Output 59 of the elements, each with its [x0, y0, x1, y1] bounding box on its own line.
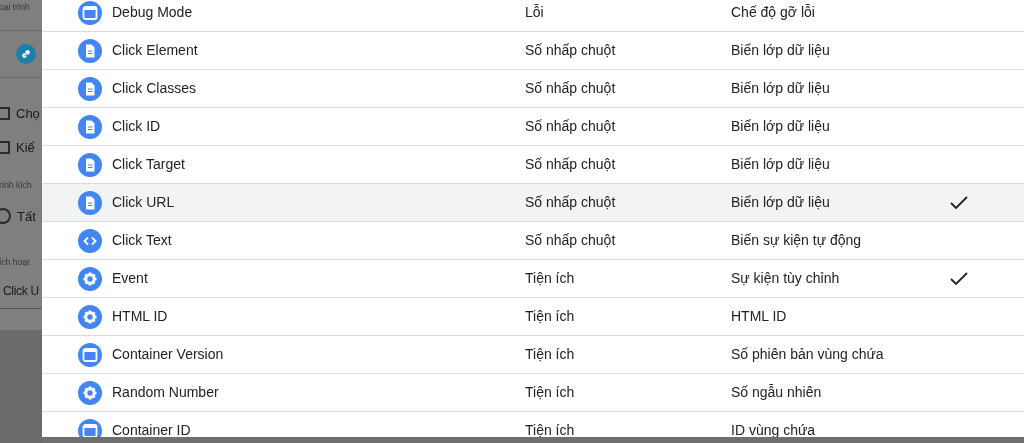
window-icon	[78, 342, 102, 367]
variable-type: Số nhấp chuột	[525, 193, 617, 212]
variable-type: Tiện ích	[525, 269, 576, 288]
gear-icon	[78, 266, 102, 291]
variable-name: Click Classes	[112, 79, 197, 98]
variable-name: Click Target	[112, 155, 186, 174]
variable-category: ID vùng chứa	[731, 421, 817, 437]
variable-category: Số phiên bản vùng chứa	[731, 345, 885, 364]
checkbox[interactable]	[0, 140, 10, 154]
variable-type: Số nhấp chuột	[525, 155, 617, 174]
variable-type: Số nhấp chuột	[525, 79, 617, 98]
document-icon	[78, 76, 102, 101]
checkbox-label: Kiể	[16, 138, 35, 157]
radio-button[interactable]	[0, 208, 11, 225]
variable-name: Container Version	[112, 345, 225, 364]
radio-label: Tất	[17, 207, 36, 226]
code-icon	[78, 228, 102, 253]
document-icon	[78, 38, 102, 63]
checkbox-label: Chọ	[16, 105, 40, 123]
variable-name: Event	[112, 269, 149, 288]
document-icon	[78, 114, 102, 139]
variable-type: Lỗi	[525, 3, 545, 22]
variable-category: Biến lớp dữ liệu	[731, 155, 831, 174]
gear-icon	[78, 304, 102, 329]
variable-category: HTML ID	[731, 307, 788, 326]
variable-category: Biến lớp dữ liệu	[731, 117, 831, 136]
window-icon	[78, 0, 102, 25]
variable-category: Biến lớp dữ liệu	[731, 79, 831, 98]
variable-name: Click ID	[112, 117, 162, 136]
variable-name: Random Number	[112, 383, 220, 402]
variable-category: Biến lớp dữ liệu	[731, 41, 831, 60]
variable-category: Biến lớp dữ liệu	[731, 193, 831, 212]
document-icon	[78, 190, 102, 215]
variable-name: Click Text	[112, 231, 173, 250]
gear-icon	[78, 380, 102, 405]
variable-type: Tiện ích	[525, 421, 576, 437]
variable-name: Click URL	[112, 193, 176, 212]
variable-name: HTML ID	[112, 307, 169, 326]
variable-category: Sự kiện tùy chỉnh	[731, 269, 841, 288]
variable-row[interactable]: Click URL Số nhấp chuột Biến lớp dữ liệu	[42, 184, 1024, 222]
variable-category: Biến sự kiện tự động	[731, 231, 863, 250]
variable-type: Số nhấp chuột	[525, 231, 617, 250]
section-heading: oại trình	[0, 1, 31, 14]
variable-category: Số ngẫu nhiên	[731, 383, 823, 402]
window-icon	[78, 418, 102, 437]
document-icon	[78, 152, 102, 177]
variable-name: Debug Mode	[112, 3, 194, 22]
field-label: ích hoạt	[0, 256, 31, 269]
variable-name: Container ID	[112, 421, 192, 437]
link-icon	[16, 44, 36, 64]
variable-type: Tiện ích	[525, 345, 576, 364]
variable-name: Click Element	[112, 41, 199, 60]
checkbox[interactable]	[0, 107, 10, 121]
variable-category: Chế độ gỡ lỗi	[731, 3, 816, 22]
variable-type: Số nhấp chuột	[525, 117, 617, 136]
variable-type: Số nhấp chuột	[525, 41, 617, 60]
variable-row[interactable]: Debug Mode Lỗi Chế độ gỡ lỗi	[42, 0, 1024, 32]
variable-type: Tiện ích	[525, 383, 576, 402]
variable-type: Tiện ích	[525, 307, 576, 326]
